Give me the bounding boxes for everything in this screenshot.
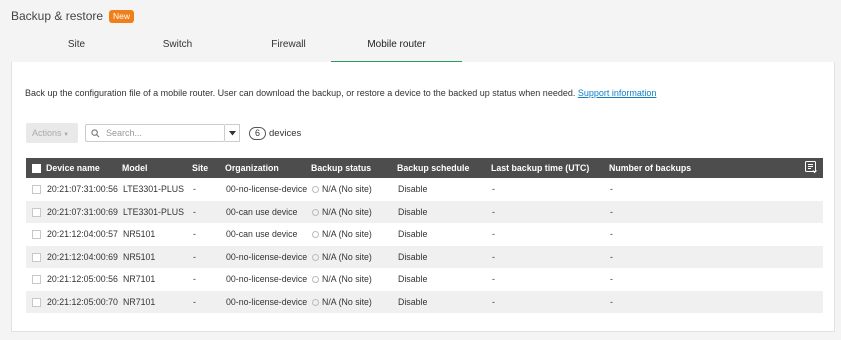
cell-backup-schedule: Disable [398, 229, 428, 240]
cell-number-of-backups: - [610, 296, 613, 307]
column-header[interactable]: Device name [46, 158, 122, 178]
status-dot-icon [312, 298, 319, 306]
column-header[interactable]: Last backup time (UTC) [491, 158, 609, 178]
column-header[interactable]: Site [192, 158, 225, 178]
cell-organization: 00-can use device [226, 206, 298, 217]
cell-device-name: 20:21:12:05:00:70 [47, 296, 118, 307]
cell-organization: 00-no-license-device [226, 296, 308, 307]
cell-backup-status: N/A (No site) [322, 206, 372, 217]
search-input[interactable] [104, 127, 208, 139]
cell-device-name: 20:21:12:05:00:56 [47, 274, 118, 285]
status-dot-icon [312, 186, 319, 194]
cell-last-backup-time: - [492, 251, 495, 262]
cell-last-backup-time: - [492, 206, 495, 217]
status-dot-icon [312, 276, 319, 284]
page-title: Backup & restore [11, 9, 104, 23]
cell-device-name: 20:21:12:04:00:69 [47, 251, 118, 262]
row-checkbox[interactable] [32, 207, 41, 217]
table-row[interactable]: 20:21:12:05:00:70 NR7101 - 00-no-license… [26, 290, 823, 313]
device-count-badge: 6 [249, 126, 267, 140]
cell-backup-status: N/A (No site) [322, 296, 372, 307]
table-header-row: Device name Model Site Organization Back… [26, 158, 823, 178]
cell-last-backup-time: - [492, 184, 495, 195]
device-count-label: devices [269, 127, 302, 139]
cell-device-name: 20:21:07:31:00:69 [47, 206, 118, 217]
cell-last-backup-time: - [492, 296, 495, 307]
cell-backup-status: N/A (No site) [322, 184, 372, 195]
description: Back up the configuration file of a mobi… [25, 88, 656, 98]
cell-backup-status: N/A (No site) [322, 229, 372, 240]
cell-model: NR7101 [123, 274, 156, 285]
cell-device-name: 20:21:07:31:00:56 [47, 184, 118, 195]
cell-backup-status: N/A (No site) [322, 274, 372, 285]
column-header[interactable]: Backup schedule [397, 158, 491, 178]
search-dropdown-button[interactable] [225, 124, 240, 142]
table-row[interactable]: 20:21:07:31:00:56 LTE3301-PLUS - 00-no-l… [26, 178, 823, 201]
cell-site: - [193, 274, 196, 285]
select-all-checkbox[interactable] [32, 164, 41, 174]
cell-backup-schedule: Disable [398, 184, 428, 195]
tab-mobile-router[interactable]: Mobile router [331, 33, 462, 63]
table-row[interactable]: 20:21:12:05:00:56 NR7101 - 00-no-license… [26, 268, 823, 291]
cell-site: - [193, 184, 196, 195]
toolbar: Actions ▼ 6 devices [26, 123, 301, 143]
page-header: Backup & restore New [11, 9, 135, 23]
tab-bar: Site Switch Firewall Mobile router [11, 33, 834, 63]
cell-model: LTE3301-PLUS [123, 206, 184, 217]
search-icon [91, 128, 100, 137]
cell-last-backup-time: - [492, 274, 495, 285]
column-header[interactable]: Model [122, 158, 192, 178]
row-checkbox[interactable] [32, 185, 41, 195]
cell-number-of-backups: - [610, 274, 613, 285]
cell-number-of-backups: - [610, 251, 613, 262]
cell-organization: 00-can use device [226, 229, 298, 240]
actions-caret-icon: ▼ [61, 132, 70, 138]
cell-organization: 00-no-license-device [226, 251, 308, 262]
column-settings-icon[interactable] [805, 160, 817, 174]
cell-number-of-backups: - [610, 206, 613, 217]
cell-organization: 00-no-license-device [226, 274, 308, 285]
cell-model: LTE3301-PLUS [123, 184, 184, 195]
cell-number-of-backups: - [610, 184, 613, 195]
cell-site: - [193, 206, 196, 217]
status-dot-icon [312, 253, 319, 261]
cell-organization: 00-no-license-device [226, 184, 308, 195]
column-header[interactable]: Number of backups [609, 158, 789, 178]
row-checkbox[interactable] [32, 230, 41, 240]
status-dot-icon [312, 231, 319, 239]
cell-last-backup-time: - [492, 229, 495, 240]
table-row[interactable]: 20:21:12:04:00:69 NR5101 - 00-no-license… [26, 245, 823, 268]
chevron-down-icon [228, 130, 236, 135]
row-checkbox[interactable] [32, 297, 41, 307]
cell-site: - [193, 296, 196, 307]
cell-model: NR5101 [123, 229, 156, 240]
support-information-link[interactable]: Support information [578, 88, 657, 98]
cell-site: - [193, 229, 196, 240]
content-panel: Back up the configuration file of a mobi… [11, 62, 835, 332]
row-checkbox[interactable] [32, 275, 41, 285]
cell-number-of-backups: - [610, 229, 613, 240]
cell-backup-schedule: Disable [398, 296, 428, 307]
table-row[interactable]: 20:21:07:31:00:69 LTE3301-PLUS - 00-can … [26, 200, 823, 223]
device-count: 6 devices [249, 126, 302, 140]
search-field[interactable] [85, 124, 225, 142]
column-header[interactable]: Backup status [311, 158, 397, 178]
cell-device-name: 20:21:12:04:00:57 [47, 229, 118, 240]
new-badge: New [109, 9, 135, 23]
cell-backup-schedule: Disable [398, 274, 428, 285]
cell-backup-schedule: Disable [398, 206, 428, 217]
devices-table: Device name Model Site Organization Back… [26, 158, 823, 313]
status-dot-icon [312, 208, 319, 216]
row-checkbox[interactable] [32, 252, 41, 262]
cell-backup-status: N/A (No site) [322, 251, 372, 262]
actions-button[interactable]: Actions ▼ [26, 123, 78, 143]
description-text: Back up the configuration file of a mobi… [25, 88, 576, 98]
actions-label: Actions [32, 128, 62, 138]
cell-model: NR7101 [123, 296, 156, 307]
cell-site: - [193, 251, 196, 262]
cell-model: NR5101 [123, 251, 156, 262]
cell-backup-schedule: Disable [398, 251, 428, 262]
column-header[interactable]: Organization [225, 158, 311, 178]
table-row[interactable]: 20:21:12:04:00:57 NR5101 - 00-can use de… [26, 223, 823, 246]
